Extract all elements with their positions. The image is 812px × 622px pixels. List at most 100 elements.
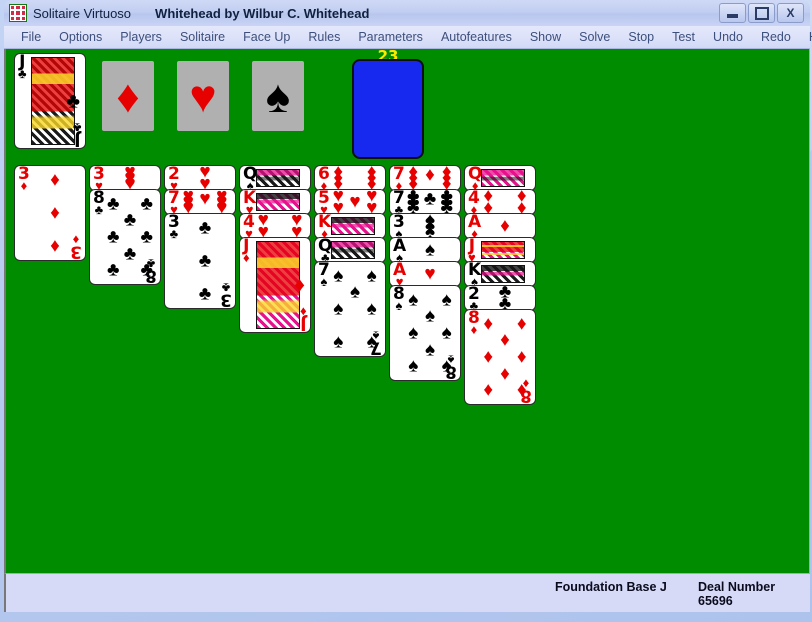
card-pip: ♣: [198, 250, 212, 272]
menu-item-face-up[interactable]: Face Up: [234, 28, 299, 46]
card-corner-top: A ♠: [393, 238, 406, 262]
tableau-card-8-of-clubs[interactable]: 8 ♣ ♣ ♣ ♣ ♣ ♣ ♣ ♣ ♣ 8 ♣: [89, 189, 161, 285]
tableau-card-3-of-spades[interactable]: 3 ♠ ♠ ♠ ♠: [389, 213, 461, 239]
card-pip: ♦: [483, 313, 494, 335]
card-corner-top: 7 ♠: [318, 262, 330, 290]
card-pips: ♦ ♦ ♦ ♦: [483, 190, 527, 214]
tableau-card-Q-of-spades[interactable]: Q ♠: [239, 165, 311, 191]
card-pip: ♠: [366, 298, 377, 320]
card-pip: ♦: [483, 346, 494, 368]
court-card-art-detail: [332, 242, 374, 258]
card-pips: ♣ ♣: [483, 286, 527, 310]
menu-item-players[interactable]: Players: [111, 28, 171, 46]
tableau-card-2-of-hearts[interactable]: 2 ♥ ♥ ♥: [164, 165, 236, 191]
menu-item-undo[interactable]: Undo: [704, 28, 752, 46]
tableau-card-6-of-diamonds[interactable]: 6 ♦ ♦ ♦ ♦ ♦ ♦ ♦: [314, 165, 386, 191]
menu-item-parameters[interactable]: Parameters: [349, 28, 432, 46]
card-pips: ♥ ♥ ♥ ♥: [258, 214, 303, 238]
tableau-card-A-of-spades[interactable]: A ♠ ♠: [389, 237, 461, 263]
tableau-card-7-of-spades[interactable]: 7 ♠ ♠ ♠ ♠ ♠ ♠ ♠ ♠ 7 ♠: [314, 261, 386, 357]
card-corner-top: J ♦: [243, 238, 250, 265]
tableau-card-Q-of-clubs[interactable]: Q ♣: [314, 237, 386, 263]
tableau-card-3-of-diamonds[interactable]: 3 ♦ ♦ ♦ ♦ 3 ♦: [14, 165, 86, 261]
card-pip: ♠: [366, 265, 377, 287]
maximize-button[interactable]: [748, 3, 775, 23]
foundation-slot-spades[interactable]: ♠: [252, 61, 304, 131]
card-corner-top: 5 ♥: [318, 190, 330, 214]
tableau-card-4-of-diamonds[interactable]: 4 ♦ ♦ ♦ ♦ ♦: [464, 189, 536, 215]
card-pip: ♠: [441, 289, 452, 311]
card-suit-icon: ♠: [320, 274, 328, 290]
tableau-card-4-of-hearts[interactable]: 4 ♥ ♥ ♥ ♥ ♥: [239, 213, 311, 239]
card-pips: ♥ ♥ ♥: [108, 166, 152, 190]
minimize-button[interactable]: [719, 3, 746, 23]
card-pip: ♠: [408, 289, 419, 311]
tableau-card-Q-of-diamonds[interactable]: Q ♦: [464, 165, 536, 191]
menu-item-options[interactable]: Options: [50, 28, 111, 46]
card-pips: ♣ ♣ ♣ ♣ ♣ ♣ ♣: [407, 190, 453, 214]
tableau-card-5-of-hearts[interactable]: 5 ♥ ♥ ♥ ♥ ♥ ♥: [314, 189, 386, 215]
window-controls: X: [719, 3, 808, 23]
card-suit-icon: ♣: [94, 202, 104, 218]
card-pip: ♦: [500, 363, 510, 385]
menu-item-file[interactable]: File: [12, 28, 50, 46]
card-pip: ♦: [483, 379, 494, 401]
tableau-card-J-of-hearts[interactable]: J ♥: [464, 237, 536, 263]
card-corner-top: K ♥: [243, 190, 256, 214]
tableau-card-3-of-hearts[interactable]: 3 ♥ ♥ ♥ ♥: [89, 165, 161, 191]
court-card-art: [256, 169, 300, 187]
court-card-art-detail: [482, 170, 524, 186]
card-pips: ♦: [483, 217, 527, 236]
tableau-card-A-of-hearts[interactable]: A ♥ ♥: [389, 261, 461, 287]
menu-item-stop[interactable]: Stop: [619, 28, 663, 46]
tableau-card-3-of-clubs[interactable]: 3 ♣ ♣ ♣ ♣ 3 ♣: [164, 213, 236, 309]
card-pips: ♥ ♥: [183, 166, 227, 190]
menu-item-help[interactable]: Help: [800, 28, 812, 46]
menu-item-solitaire[interactable]: Solitaire: [171, 28, 234, 46]
tableau-card-7-of-diamonds[interactable]: 7 ♦ ♦ ♦ ♦ ♦ ♦ ♦ ♦: [389, 165, 461, 191]
tableau-card-A-of-diamonds[interactable]: A ♦ ♦: [464, 213, 536, 239]
tableau-card-2-of-clubs[interactable]: 2 ♣ ♣ ♣: [464, 285, 536, 311]
card-pip: ♦: [50, 235, 60, 257]
card-corner-bottom: 3 ♦: [70, 233, 82, 260]
game-table[interactable]: J ♣ ♣ J ♣ ♦ ♥ ♠ 23 3 ♦ ♦ ♦ ♦ 3 ♦ 3 ♥ ♥ ♥ ♥ 8 ♣ ♣ ♣ ♣ ♣ ♣ ♣ ♣ ♣ 8 ♣ 2 ♥ ♥ ♥ 7 ♥…: [4, 49, 810, 573]
deal-number-label: Deal Number: [698, 580, 776, 594]
card-corner-top: 7 ♦: [393, 166, 405, 190]
card-pip: ♣: [107, 226, 120, 248]
card-corner-top: 6 ♦: [318, 166, 330, 190]
foundation-slot-diamonds[interactable]: ♦: [102, 61, 154, 131]
card-corner-top: 2 ♥: [168, 166, 180, 190]
deal-number-value: 65696: [698, 594, 733, 608]
tableau-card-7-of-clubs[interactable]: 7 ♣ ♣ ♣ ♣ ♣ ♣ ♣ ♣: [389, 189, 461, 215]
tableau-card-K-of-spades[interactable]: K ♠: [464, 261, 536, 287]
title-bar[interactable]: Solitaire Virtuoso Whitehead by Wilbur C…: [4, 0, 810, 26]
tableau-card-8-of-spades[interactable]: 8 ♠ ♠ ♠ ♠ ♠ ♠ ♠ ♠ ♠ 8 ♠: [389, 285, 461, 381]
tableau-card-7-of-hearts[interactable]: 7 ♥ ♥ ♥ ♥ ♥ ♥ ♥ ♥: [164, 189, 236, 215]
card-pip: ♦: [516, 313, 527, 335]
menu-item-show[interactable]: Show: [521, 28, 570, 46]
menu-item-test[interactable]: Test: [663, 28, 704, 46]
card-pip: ♠: [441, 322, 452, 344]
card-corner-top: K ♦: [318, 214, 331, 238]
card-corner-bottom: J ♣: [73, 121, 82, 148]
card-suit-icon: ♠: [372, 328, 380, 344]
tableau-card-J-of-diamonds[interactable]: J ♦ ♦ J ♦: [239, 237, 311, 333]
card-pip: ♠: [408, 322, 419, 344]
hearts-icon: ♥: [189, 70, 217, 122]
menu-item-solve[interactable]: Solve: [570, 28, 619, 46]
menu-item-redo[interactable]: Redo: [752, 28, 800, 46]
menu-item-autofeatures[interactable]: Autofeatures: [432, 28, 521, 46]
card-pips: ♦ ♦ ♦ ♦ ♦ ♦ ♦: [408, 166, 452, 190]
foundation-card-J-of-clubs[interactable]: J ♣ ♣ J ♣: [14, 53, 86, 149]
foundation-slot-hearts[interactable]: ♥: [177, 61, 229, 131]
tableau-card-K-of-hearts[interactable]: K ♥: [239, 189, 311, 215]
cards-icon: [9, 4, 27, 22]
card-corner-top: 8 ♣: [93, 190, 105, 218]
spades-icon: ♠: [265, 70, 291, 122]
tableau-card-K-of-diamonds[interactable]: K ♦: [314, 213, 386, 239]
stock-pile[interactable]: [352, 59, 424, 159]
close-button[interactable]: X: [777, 3, 804, 23]
card-pips: ♥ ♥ ♥ ♥ ♥ ♥ ♥: [183, 190, 228, 214]
tableau-card-8-of-diamonds[interactable]: 8 ♦ ♦ ♦ ♦ ♦ ♦ ♦ ♦ ♦ 8 ♦: [464, 309, 536, 405]
menu-item-rules[interactable]: Rules: [299, 28, 349, 46]
